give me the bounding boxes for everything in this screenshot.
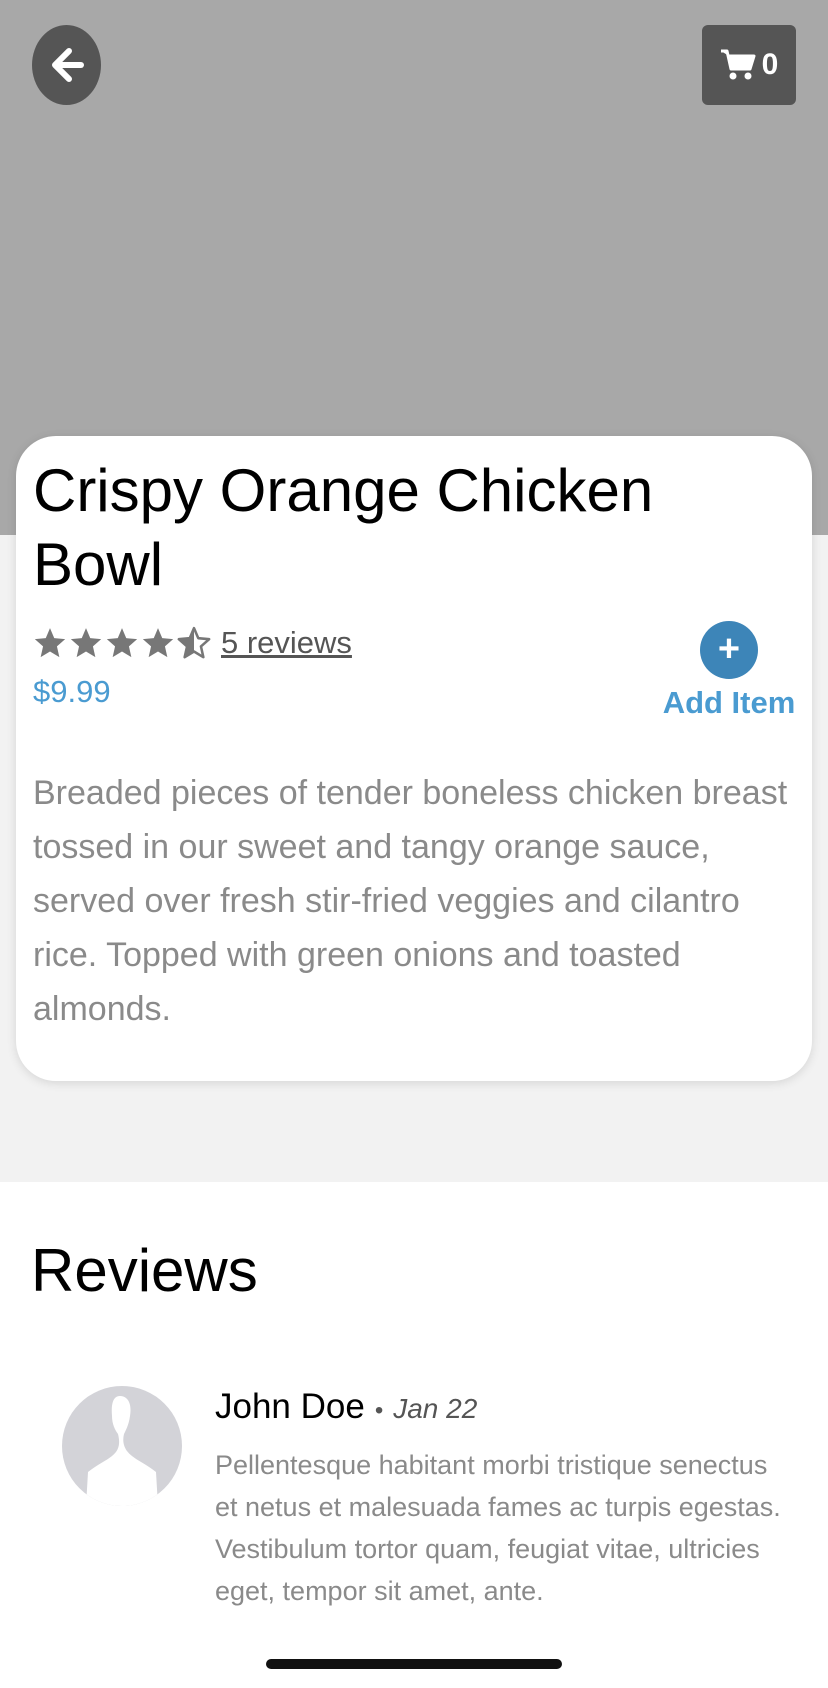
reviews-heading: Reviews <box>31 1237 258 1304</box>
reviewer-name: John Doe <box>215 1387 365 1426</box>
review-date: Jan 22 <box>393 1393 478 1424</box>
star-full-icon <box>34 628 66 658</box>
star-full-icon <box>70 628 102 658</box>
avatar <box>62 1386 182 1506</box>
item-detail-card: Crispy Orange Chicken Bowl 5 reviews $9.… <box>16 436 812 1081</box>
star-full-icon <box>106 628 138 658</box>
arrow-left-icon <box>51 48 84 82</box>
star-full-icon <box>142 628 174 658</box>
cart-count-badge: 0 <box>761 48 779 81</box>
cart-button[interactable]: 0 <box>702 25 796 105</box>
add-item-label[interactable]: Add Item <box>663 685 796 721</box>
back-button[interactable] <box>32 25 101 105</box>
review-text: Pellentesque habitant morbi tristique se… <box>215 1450 781 1606</box>
rating-row: 5 reviews <box>33 623 352 663</box>
item-price: $9.99 <box>33 674 111 709</box>
reviews-link[interactable]: 5 reviews <box>221 625 352 661</box>
star-half-icon <box>177 626 211 659</box>
shopping-cart-icon <box>720 49 756 80</box>
item-title: Crispy Orange Chicken Bowl <box>33 457 654 598</box>
separator-dot: • <box>374 1397 384 1424</box>
add-item-button[interactable]: + Add Item <box>654 621 804 726</box>
user-silhouette-icon <box>86 1396 158 1506</box>
star-rating <box>33 626 211 660</box>
item-description: Breaded pieces of tender boneless chicke… <box>33 774 788 1028</box>
reviews-section: Reviews John Doe • Jan 22 Pellentesque h… <box>0 1182 828 1688</box>
plus-icon[interactable]: + <box>700 621 758 679</box>
home-indicator <box>266 1659 562 1669</box>
reviewer-line: John Doe • Jan 22 <box>215 1387 477 1427</box>
review-item: John Doe • Jan 22 Pellentesque habitant … <box>0 1382 828 1652</box>
